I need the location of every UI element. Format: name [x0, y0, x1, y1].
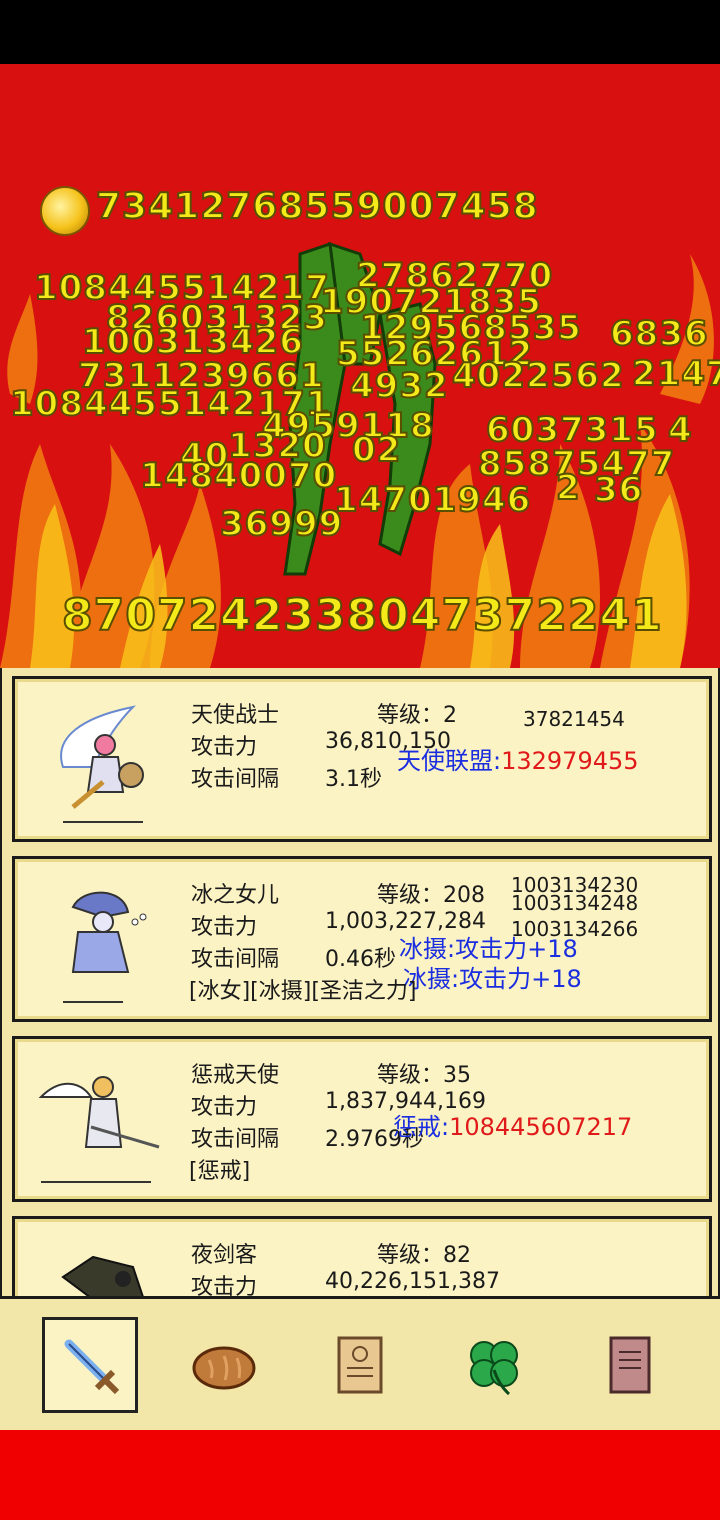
float-number: 1003134248	[511, 891, 639, 915]
tab-heroes[interactable]	[42, 1317, 138, 1413]
ice-daughter-portrait	[63, 891, 147, 1003]
hero-card[interactable]: 惩戒天使 等级：35 攻击力 1,837,944,169 攻击间隔 2.9769…	[12, 1036, 712, 1202]
skill-float: 惩戒:108445607217	[393, 1113, 633, 1141]
damage-number: 36	[593, 469, 644, 511]
book-icon	[609, 1336, 651, 1394]
hero-card[interactable]: 冰之女儿 等级：208 1003134230 1003134248 攻击力 1,…	[12, 856, 712, 1022]
hero-level: 等级：82	[377, 1243, 471, 1268]
interval-label: 攻击间隔	[191, 947, 280, 972]
hero-tags: [冰女][冰摄][圣洁之力]	[189, 979, 417, 1004]
tab-food[interactable]	[176, 1317, 272, 1413]
gold-amount: 73412768559007458	[95, 185, 539, 228]
clover-icon	[470, 1341, 518, 1396]
interval-label: 攻击间隔	[191, 767, 280, 792]
hero-name: 冰之女儿	[191, 883, 280, 908]
battle-scene[interactable]: 73412768559007458 108445514217 27862770 …	[0, 64, 720, 668]
interval-value: 0.46秒	[325, 947, 396, 972]
hero-name: 天使战士	[191, 703, 280, 728]
hero-level: 等级：208	[377, 883, 485, 908]
attack-label: 攻击力	[191, 1275, 258, 1296]
footer-banner	[0, 1430, 720, 1520]
attack-label: 攻击力	[191, 735, 258, 760]
damage-number: 14701946	[333, 479, 532, 521]
interval-label: 攻击间隔	[191, 1127, 280, 1152]
status-bar	[0, 0, 720, 64]
tab-book[interactable]	[582, 1317, 678, 1413]
hero-card[interactable]: 夜剑客 等级：82 攻击力 40,226,151,387	[12, 1216, 712, 1296]
scroll-icon	[337, 1336, 383, 1394]
float-number: 37821454	[523, 707, 625, 731]
hero-level: 等级：2	[377, 703, 457, 728]
hero-list[interactable]: 天使战士 等级：2 37821454 攻击力 36,810,150 攻击间隔 3…	[0, 668, 720, 1296]
gold-coin-icon	[40, 186, 90, 236]
damage-number: 14840070	[139, 455, 338, 497]
bread-icon	[192, 1346, 256, 1390]
hero-name: 夜剑客	[191, 1243, 258, 1268]
hero-tags: [惩戒]	[189, 1159, 251, 1184]
damage-number: 2	[555, 467, 581, 509]
damage-number: 4932	[349, 365, 449, 407]
hero-card[interactable]: 天使战士 等级：2 37821454 攻击力 36,810,150 攻击间隔 3…	[12, 676, 712, 842]
damage-number: 2147	[631, 353, 720, 395]
interval-value: 3.1秒	[325, 767, 382, 792]
damage-number: 4022562	[451, 355, 625, 397]
attack-value: 40,226,151,387	[325, 1269, 500, 1294]
skill-float: 天使联盟:132979455	[397, 747, 639, 775]
hero-name: 惩戒天使	[191, 1063, 280, 1088]
bottom-tab-bar	[0, 1296, 720, 1433]
damage-number: 02	[351, 429, 402, 471]
attack-label: 攻击力	[191, 915, 258, 940]
night-swordsman-portrait	[61, 1255, 144, 1296]
tab-quests[interactable]	[312, 1317, 408, 1413]
punishing-angel-portrait	[38, 1076, 160, 1183]
sword-icon	[64, 1339, 120, 1395]
damage-number: 36999	[219, 503, 344, 545]
boss-hp: 8707242338047372241	[61, 589, 663, 642]
attack-label: 攻击力	[191, 1095, 258, 1120]
damage-number: 6836	[609, 313, 709, 355]
hero-level: 等级：35	[377, 1063, 471, 1088]
tab-luck[interactable]	[446, 1317, 542, 1413]
angel-warrior-portrait	[60, 705, 144, 823]
skill-float: 冰摄:攻击力+18	[403, 965, 582, 993]
